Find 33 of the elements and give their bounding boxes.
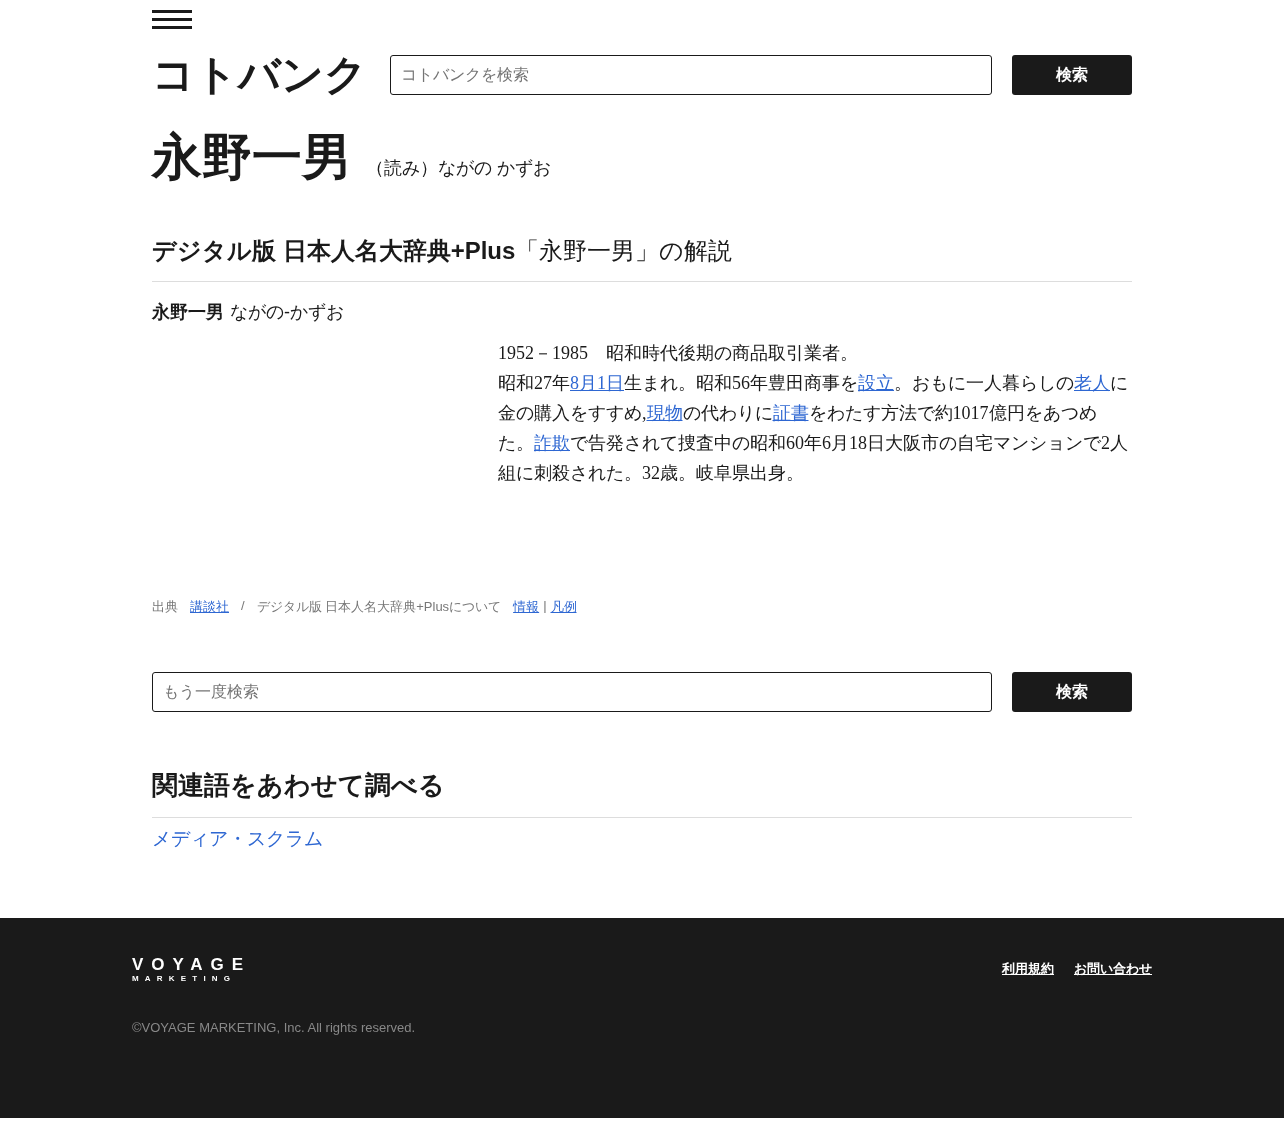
related-heading: 関連語をあわせて調べる (152, 768, 1132, 818)
publisher-link[interactable]: 講談社 (190, 598, 229, 616)
description-paragraph: 1952－1985 昭和時代後期の商品取引業者。 (498, 342, 859, 365)
term-reading: ながの-かずお (230, 301, 344, 324)
site-logo[interactable]: コトバンク (152, 50, 370, 100)
search-button[interactable]: 検索 (1012, 55, 1132, 95)
term-link[interactable]: 詐欺 (534, 433, 570, 453)
entry-reading: （読み）ながの かずお (366, 157, 551, 180)
term-link[interactable]: 老人 (1074, 373, 1110, 393)
search-button[interactable]: 検索 (1012, 672, 1132, 712)
logo-text: VOYAGE (132, 956, 252, 974)
section-heading: デジタル版 日本人名大辞典+Plus「永野一男」の解説 (152, 235, 1132, 282)
term-link[interactable]: 証書 (772, 403, 809, 423)
related-link[interactable]: メディア・スクラム (152, 826, 323, 852)
term-link[interactable]: 設立 (858, 373, 894, 393)
info-link[interactable]: 情報 (513, 598, 540, 616)
legend-link[interactable]: 凡例 (550, 598, 577, 616)
term-link[interactable]: 8月1日 (570, 373, 624, 393)
source-label: 出典 (152, 598, 178, 616)
footer-link[interactable]: 利用規約 (1002, 960, 1054, 978)
term: 永野一男 (152, 301, 224, 324)
dictionary-about: デジタル版 日本人名大辞典+Plusについて (256, 598, 502, 616)
footer-link[interactable]: お問い合わせ (1074, 960, 1152, 978)
menu-icon[interactable] (152, 10, 192, 30)
search-field[interactable]: コトバンクを検索 (390, 55, 992, 95)
description-paragraph: 昭和27年8月1日生まれ。昭和56年豊田商事を設立。おもに一人暮らしの老人に金の購入をすすめ,現物の代わりに証書をわたす方法で約1017億円をあつめた。詐欺で告発されて捜査中の昭和60年6月18日大阪市の自宅マンションで2人組に刺殺された。32歳。岐阜県出身。 (498, 372, 1129, 485)
term-link[interactable]: 現物 (646, 403, 683, 423)
separator: / (241, 598, 245, 615)
entry-title: 永野一男 (152, 128, 352, 187)
copyright: ©VOYAGE MARKETING, Inc. All rights reserved. (132, 1020, 417, 1035)
search-field[interactable]: もう一度検索 (152, 672, 992, 712)
divider: | (543, 598, 547, 615)
logo-subtext: MARKETING (132, 974, 238, 984)
